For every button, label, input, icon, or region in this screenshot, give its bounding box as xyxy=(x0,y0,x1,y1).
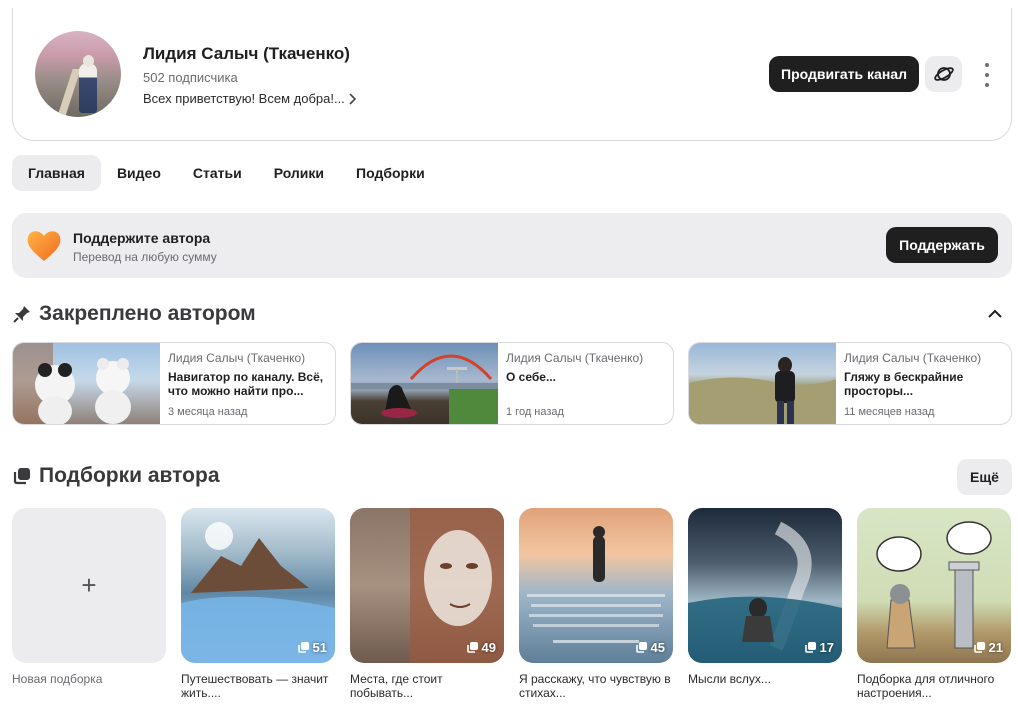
pinned-card[interactable]: Лидия Салыч (Ткаченко) О себе... 1 год н… xyxy=(350,342,674,425)
chevron-up-icon[interactable] xyxy=(985,306,1005,322)
stack-icon xyxy=(973,642,985,653)
collection-count: 17 xyxy=(804,640,834,655)
collection-card[interactable]: 21 Подборка для отличного настроения... xyxy=(857,508,1011,700)
support-button[interactable]: Поддержать xyxy=(886,227,998,263)
pinned-card-title: Навигатор по каналу. Всё, что можно найт… xyxy=(168,370,324,398)
plus-icon: + xyxy=(81,570,97,600)
collection-label: Подборка для отличного настроения... xyxy=(857,672,995,700)
pinned-heading: Закреплено автором xyxy=(12,302,256,326)
tab-collections[interactable]: Подборки xyxy=(340,155,441,191)
tab-articles[interactable]: Статьи xyxy=(177,155,258,191)
collection-cover[interactable]: 17 xyxy=(688,508,842,663)
more-collections-button[interactable]: Ещё xyxy=(957,459,1012,495)
collection-label: Мысли вслух... xyxy=(688,672,771,686)
channel-tabs: Главная Видео Статьи Ролики Подборки xyxy=(12,155,441,191)
collection-count-value: 51 xyxy=(312,640,327,655)
collection-label: Путешествовать — значит жить.... xyxy=(181,672,329,700)
promote-channel-button[interactable]: Продвигать канал xyxy=(769,56,919,92)
pinned-date: 11 месяцев назад xyxy=(844,406,935,418)
pinned-card[interactable]: Лидия Салыч (Ткаченко) Навигатор по кана… xyxy=(12,342,336,425)
collection-label: Я расскажу, что чувствую в стихах... xyxy=(519,672,671,700)
collection-count-value: 45 xyxy=(650,640,665,655)
collection-count: 49 xyxy=(466,640,496,655)
pinned-card-title: Гляжу в бескрайние просторы... xyxy=(844,370,964,398)
collection-label: Места, где стоит побывать... xyxy=(350,672,443,700)
channel-description-text: Всех приветствую! Всем добра!... xyxy=(143,91,345,106)
collection-count: 51 xyxy=(297,640,327,655)
stack-icon xyxy=(804,642,816,653)
collection-count-value: 17 xyxy=(819,640,834,655)
tab-main[interactable]: Главная xyxy=(12,155,101,191)
support-title: Поддержите автора xyxy=(73,230,211,246)
collection-cover[interactable]: 45 xyxy=(519,508,673,663)
planet-button[interactable] xyxy=(925,56,962,92)
collection-cover[interactable]: 49 xyxy=(350,508,504,663)
new-collection-label: Новая подборка xyxy=(12,672,103,686)
tab-shorts[interactable]: Ролики xyxy=(258,155,340,191)
stack-icon xyxy=(635,642,647,653)
avatar[interactable] xyxy=(35,31,121,117)
collection-count: 21 xyxy=(973,640,1003,655)
pinned-thumbnail xyxy=(689,343,836,424)
planet-icon xyxy=(933,67,954,81)
tab-video[interactable]: Видео xyxy=(101,155,177,191)
stack-icon xyxy=(466,642,478,653)
chevron-right-icon xyxy=(349,92,356,105)
collections-title: Подборки автора xyxy=(39,464,220,487)
collections-list: + Новая подборка 51 Путешествовать — зна… xyxy=(12,508,1011,700)
collection-count: 45 xyxy=(635,640,665,655)
collection-card[interactable]: 51 Путешествовать — значит жить.... xyxy=(181,508,335,700)
pinned-title: Закреплено автором xyxy=(39,302,256,325)
channel-description[interactable]: Всех приветствую! Всем добра!... xyxy=(143,91,357,106)
new-collection[interactable]: + Новая подборка xyxy=(12,508,166,700)
stack-icon xyxy=(297,642,309,653)
support-subtitle: Перевод на любую сумму xyxy=(73,250,217,264)
heart-icon xyxy=(27,231,61,261)
pinned-card[interactable]: Лидия Салыч (Ткаченко) Гляжу в бескрайни… xyxy=(688,342,1012,425)
pinned-list: Лидия Салыч (Ткаченко) Навигатор по кана… xyxy=(12,342,1012,425)
pinned-thumbnail xyxy=(351,343,498,424)
collection-count-value: 49 xyxy=(481,640,496,655)
collection-cover[interactable]: 21 xyxy=(857,508,1011,663)
collections-icon xyxy=(13,468,30,485)
channel-name[interactable]: Лидия Салыч (Ткаченко) xyxy=(143,44,350,64)
collection-card[interactable]: 45 Я расскажу, что чувствую в стихах... xyxy=(519,508,673,700)
channel-header: Лидия Салыч (Ткаченко) 502 подписчика Вс… xyxy=(12,8,1012,141)
more-options-icon[interactable] xyxy=(976,63,998,87)
support-banner: Поддержите автора Перевод на любую сумму… xyxy=(12,213,1012,278)
collections-heading: Подборки автора xyxy=(12,464,220,488)
collection-cover[interactable]: 51 xyxy=(181,508,335,663)
pinned-thumbnail xyxy=(13,343,160,424)
pinned-author: Лидия Салыч (Ткаченко) xyxy=(168,351,306,365)
collection-count-value: 21 xyxy=(988,640,1003,655)
pinned-author: Лидия Салыч (Ткаченко) xyxy=(506,351,644,365)
pinned-date: 1 год назад xyxy=(506,406,564,418)
collection-card[interactable]: 49 Места, где стоит побывать... xyxy=(350,508,504,700)
subscriber-count: 502 подписчика xyxy=(143,70,238,85)
collection-card[interactable]: 17 Мысли вслух... xyxy=(688,508,842,700)
new-collection-tile[interactable]: + xyxy=(12,508,166,663)
pin-icon xyxy=(13,306,30,323)
pinned-card-title: О себе... xyxy=(506,370,556,384)
pinned-author: Лидия Салыч (Ткаченко) xyxy=(844,351,982,365)
pinned-date: 3 месяца назад xyxy=(168,406,248,418)
